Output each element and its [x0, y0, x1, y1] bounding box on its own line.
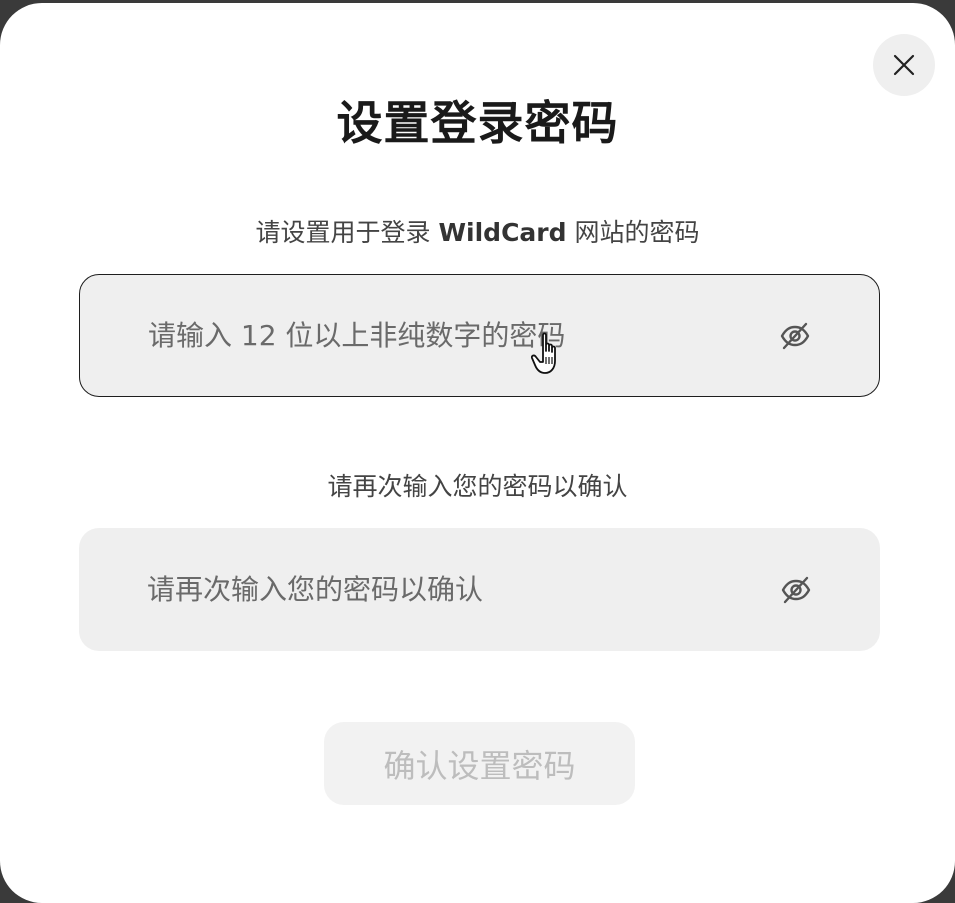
- confirm-label: 请再次输入您的密码以确认: [327, 472, 628, 501]
- dialog-title: 设置登录密码: [336, 96, 619, 150]
- confirm-field: [79, 528, 880, 651]
- password-field: [79, 274, 880, 397]
- set-password-dialog: 设置登录密码 请设置用于登录 WildCard 网站的密码 请再次输入您的密码以…: [0, 3, 955, 903]
- eye-off-icon[interactable]: [780, 574, 812, 606]
- password-label-prefix: 请设置用于登录: [255, 218, 431, 247]
- confirm-password-input[interactable]: [147, 528, 747, 651]
- password-input[interactable]: [148, 275, 748, 396]
- password-label-suffix: 网站的密码: [574, 218, 700, 247]
- confirm-set-password-button[interactable]: 确认设置密码: [324, 722, 635, 805]
- eye-off-icon[interactable]: [779, 320, 811, 352]
- close-icon: [893, 54, 915, 76]
- password-label: 请设置用于登录 WildCard 网站的密码: [0, 213, 955, 249]
- brand-name: WildCard: [438, 218, 567, 247]
